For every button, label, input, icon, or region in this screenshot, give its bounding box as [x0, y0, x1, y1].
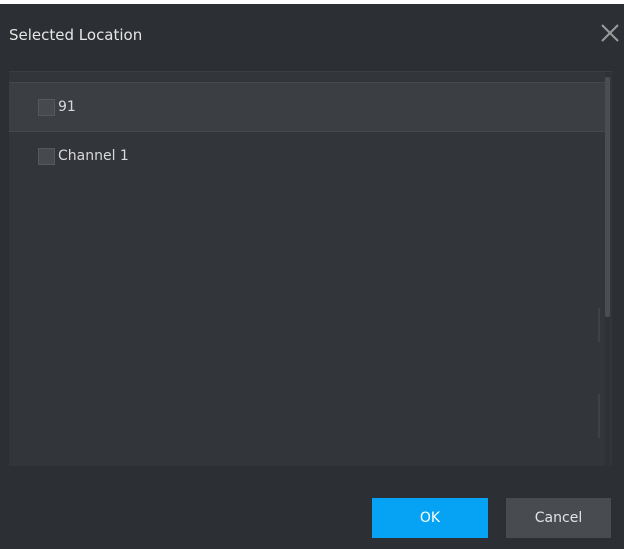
tree-row-label: Channel 1: [58, 148, 129, 164]
checkbox-channel-1[interactable]: [38, 147, 55, 165]
checkbox-91[interactable]: [38, 98, 55, 116]
tree-row-label: 91: [58, 99, 76, 115]
scroll-groove-mark: [598, 394, 600, 438]
selected-location-dialog: Selected Location 91 Channel 1 OK Cancel: [0, 4, 624, 549]
close-icon: [601, 24, 619, 42]
scroll-groove-mark: [598, 308, 600, 342]
tree-row-91[interactable]: 91: [9, 82, 605, 132]
tree-row-channel-1[interactable]: Channel 1: [9, 132, 605, 180]
cancel-button[interactable]: Cancel: [506, 498, 611, 538]
ok-button[interactable]: OK: [372, 498, 488, 538]
location-tree-panel: 91 Channel 1: [9, 71, 612, 467]
dialog-title: Selected Location: [9, 26, 143, 44]
close-button[interactable]: [598, 21, 622, 45]
dialog-footer: OK Cancel: [0, 466, 624, 549]
dialog-titlebar: Selected Location: [0, 4, 624, 66]
vertical-scrollbar[interactable]: [605, 72, 610, 467]
scrollbar-thumb[interactable]: [605, 77, 610, 317]
